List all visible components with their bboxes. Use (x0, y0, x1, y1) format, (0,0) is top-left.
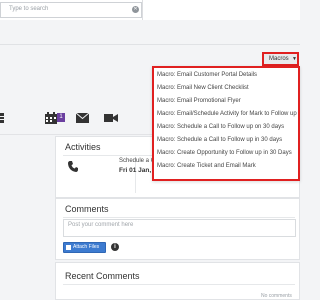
chevron-down-icon: ▼ (292, 56, 297, 62)
macro-item[interactable]: Macro: Email New Client Checklist (157, 82, 307, 94)
attach-files-label: Attach Files (73, 244, 100, 250)
recent-comments-empty: No comments (261, 293, 292, 299)
comments-panel: Comments Post your comment here Attach F… (55, 198, 300, 260)
mail-icon[interactable] (76, 113, 89, 123)
recent-comments-title: Recent Comments (65, 271, 140, 281)
activities-title: Activities (65, 142, 101, 152)
macro-item[interactable]: Macro: Email Customer Portal Details (157, 69, 307, 81)
video-icon[interactable] (104, 113, 118, 123)
top-divider (142, 0, 143, 20)
divider (63, 217, 295, 218)
macro-item[interactable]: Macro: Create Opportunity to Follow up i… (157, 147, 307, 159)
search-placeholder: Type to search (9, 6, 49, 12)
recent-comments-panel: Recent Comments No comments (55, 262, 300, 300)
attach-files-button[interactable]: Attach Files (63, 242, 106, 253)
macro-item[interactable]: Macro: Schedule a Call to Follow up in 3… (157, 134, 307, 146)
macro-item[interactable]: Macro: Create Ticket and Email Mark (157, 160, 307, 172)
macro-item[interactable]: Macro: Email Promotional Flyer (157, 95, 307, 107)
phone-icon (68, 161, 78, 172)
macro-item[interactable]: Macro: Email/Schedule Activity for Mark … (157, 108, 307, 120)
header-strip (0, 20, 300, 45)
upload-icon (66, 245, 71, 250)
info-icon[interactable]: i (111, 243, 119, 251)
comments-title: Comments (65, 204, 109, 214)
comment-input[interactable]: Post your comment here (63, 219, 296, 237)
macros-dropdown: Macro: Email Customer Portal Details Mac… (152, 66, 300, 181)
clear-icon[interactable]: ✕ (132, 6, 139, 13)
checklist-icon[interactable] (0, 112, 6, 124)
search-input[interactable]: Type to search ✕ (0, 2, 142, 18)
macro-item[interactable]: Macro: Schedule a Call to Follow up on 3… (157, 121, 307, 133)
comment-placeholder: Post your comment here (68, 222, 134, 228)
macros-label: Macros (269, 56, 289, 62)
macros-button[interactable]: Macros ▼ (262, 52, 299, 66)
calendar-glyph-icon (45, 112, 57, 124)
divider (63, 284, 295, 285)
calendar-badge: 1 (57, 113, 65, 122)
